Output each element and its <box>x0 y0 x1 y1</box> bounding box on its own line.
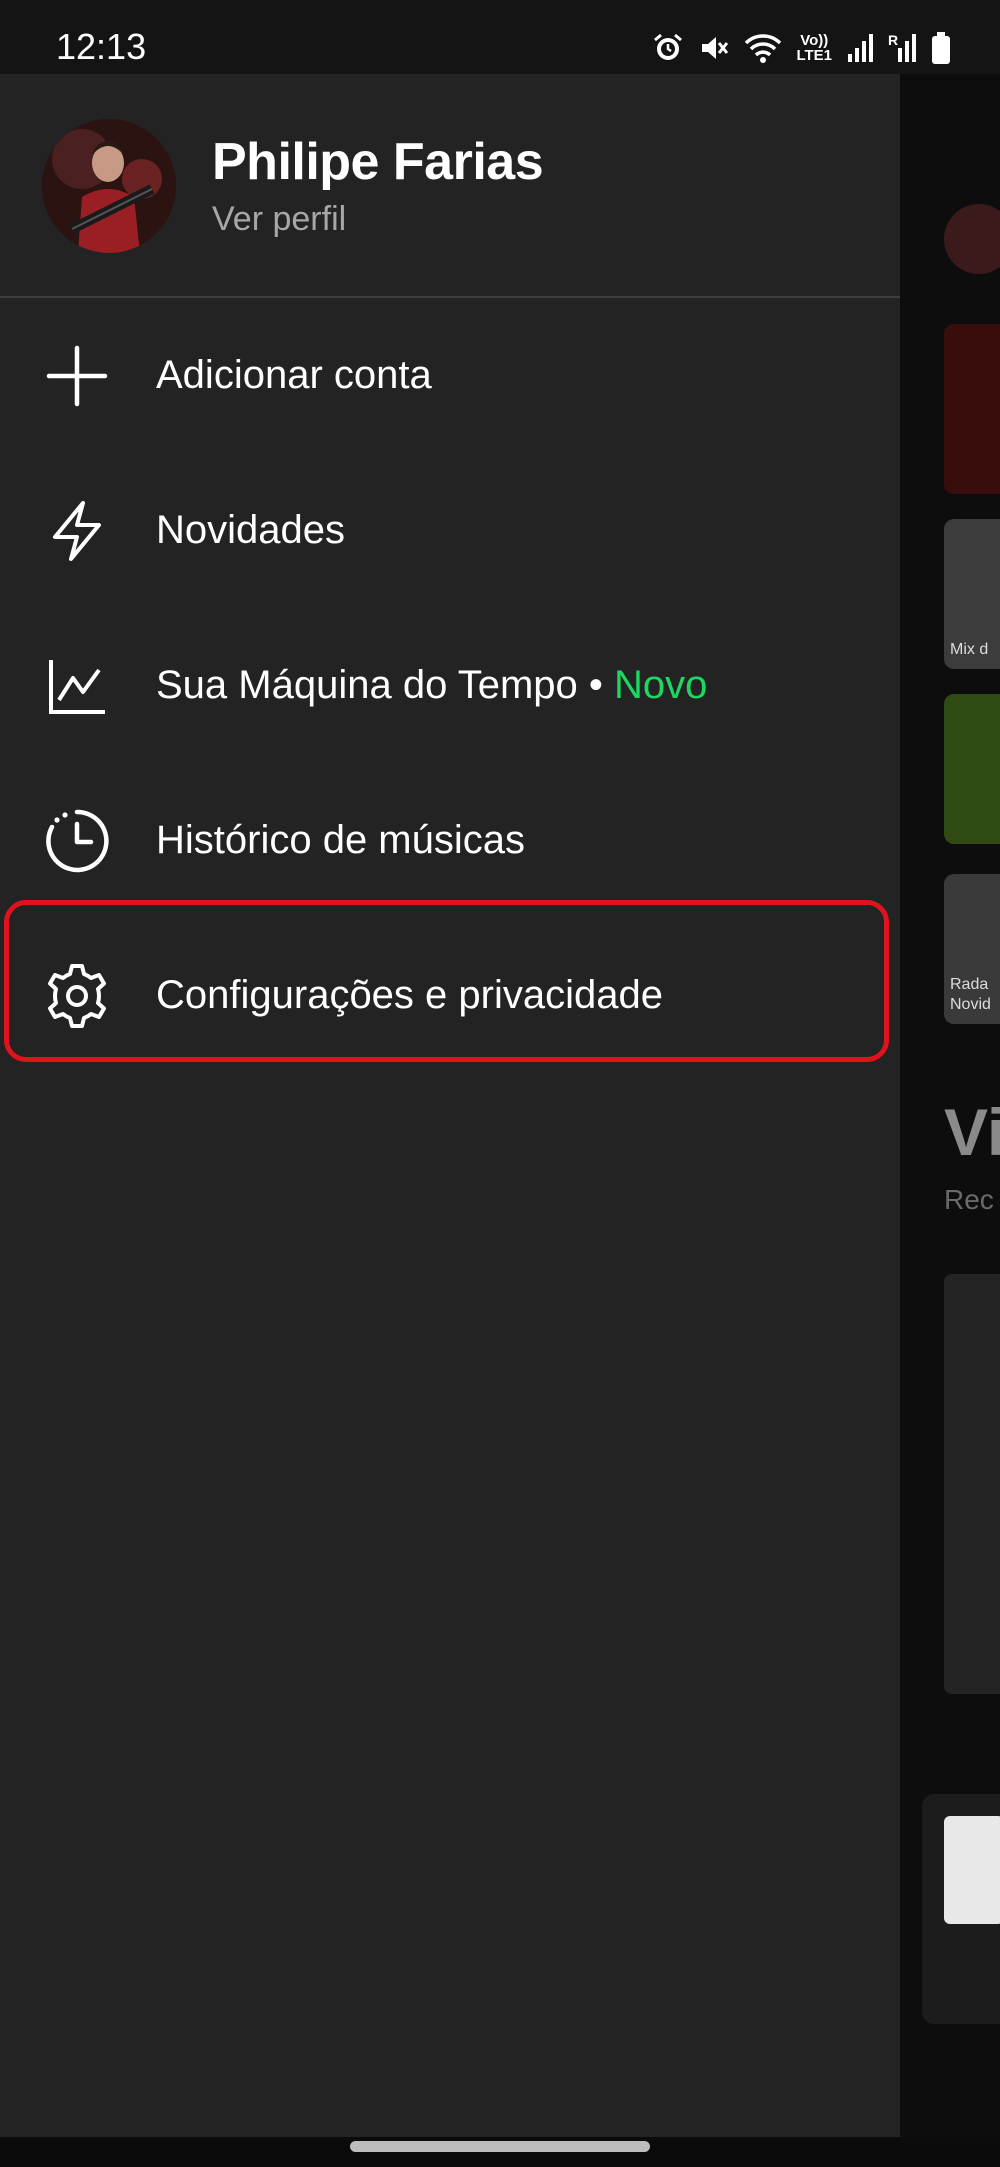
background-mini-art <box>944 1816 1000 1924</box>
status-bar: 12:13 Vo)) LTE1 R <box>0 0 1000 74</box>
background-card-label: Mix d <box>950 641 989 658</box>
menu-item-label: Adicionar conta <box>156 353 432 397</box>
menu-item-whats-new[interactable]: Novidades <box>0 453 900 608</box>
menu-item-listening-history[interactable]: Histórico de músicas <box>0 763 900 918</box>
side-drawer: Philipe Farias Ver perfil Adicionar cont… <box>0 74 900 2137</box>
profile-name: Philipe Farias <box>212 133 544 191</box>
battery-icon <box>932 32 950 64</box>
time-machine-label: Sua Máquina do Tempo <box>156 663 578 707</box>
signal-r-icon: R <box>888 32 918 64</box>
background-card: Rada Novid <box>944 874 1000 1024</box>
menu-item-label: Sua Máquina do Tempo • Novo <box>156 663 707 708</box>
background-card <box>944 694 1000 844</box>
volte-label-top: Vo)) <box>800 32 829 49</box>
plus-icon <box>42 341 112 411</box>
background-heading: Vi <box>944 1095 1000 1169</box>
profile-header[interactable]: Philipe Farias Ver perfil <box>0 74 900 298</box>
menu-item-label: Histórico de músicas <box>156 818 526 862</box>
background-card-label: Rada <box>950 976 989 993</box>
menu-item-time-machine[interactable]: Sua Máquina do Tempo • Novo <box>0 608 900 763</box>
volte-icon: Vo)) LTE1 <box>796 33 832 63</box>
background-subtitle: Rec <box>944 1184 994 1215</box>
background-card-label: Novid <box>950 996 991 1013</box>
label-separator: • <box>577 663 615 707</box>
background-card <box>944 324 1000 494</box>
home-indicator[interactable] <box>350 2141 650 2152</box>
new-badge: Novo <box>614 663 708 707</box>
menu-item-add-account[interactable]: Adicionar conta <box>0 298 900 453</box>
chart-line-icon <box>42 651 112 721</box>
drawer-menu: Adicionar conta Novidades Sua Máquina do… <box>0 298 900 1073</box>
status-icons: Vo)) LTE1 R <box>652 28 950 68</box>
background-poster <box>944 1274 1000 1694</box>
gear-icon <box>42 961 112 1031</box>
wifi-icon <box>744 32 782 64</box>
volte-label-bottom: LTE1 <box>796 47 832 64</box>
status-time: 12:13 <box>56 26 147 67</box>
menu-item-label: Configurações e privacidade <box>156 973 663 1017</box>
alarm-icon <box>652 32 684 64</box>
avatar[interactable] <box>42 119 176 253</box>
menu-item-label: Novidades <box>156 508 346 552</box>
background-app: Mix d Rada Novid Vi Rec <box>900 74 1000 2137</box>
background-card: Mix d <box>944 519 1000 669</box>
signal-icon <box>846 32 874 64</box>
history-clock-icon <box>42 806 112 876</box>
lightning-icon <box>42 496 112 566</box>
menu-item-settings-privacy[interactable]: Configurações e privacidade <box>0 918 900 1073</box>
view-profile-link[interactable]: Ver perfil <box>212 200 346 239</box>
background-mini-card <box>922 1794 1000 2024</box>
mute-icon <box>698 32 730 64</box>
background-avatar <box>944 204 1000 274</box>
